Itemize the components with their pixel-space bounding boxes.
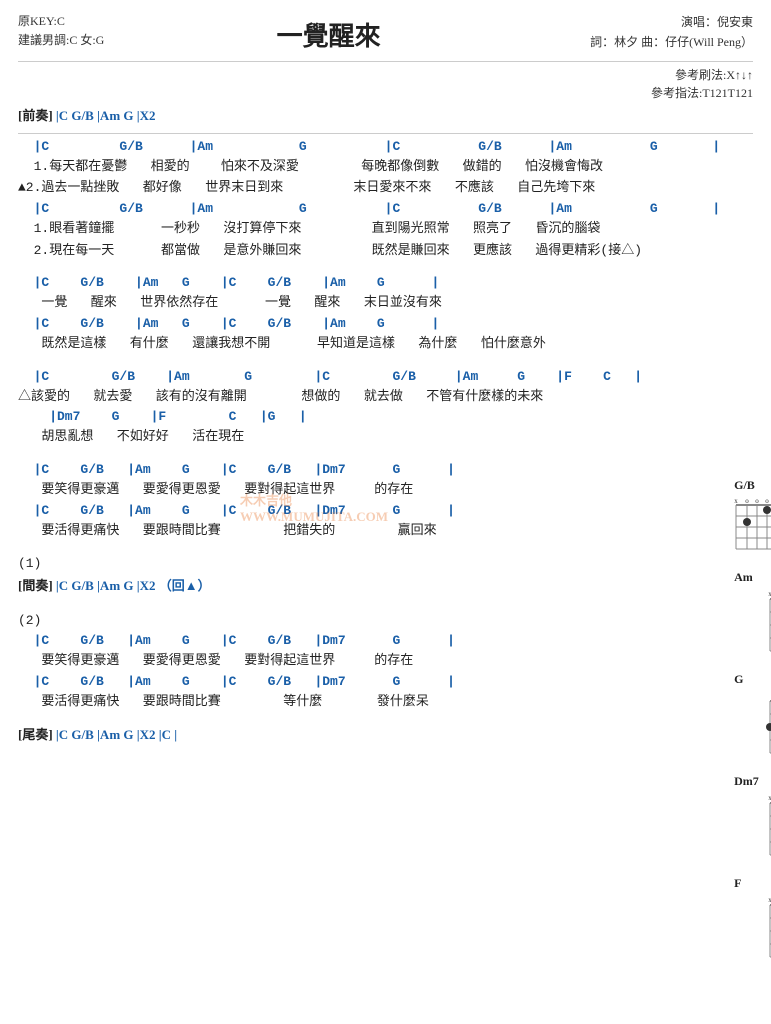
svg-text:x: x (734, 497, 738, 505)
svg-text:o: o (765, 497, 769, 505)
divider-1 (18, 61, 753, 62)
chord-g-label: G (730, 672, 771, 687)
bridge-chord1: |C G/B |Am G |C G/B |Am G |F C | (18, 368, 720, 386)
verse1-chord1: |C G/B |Am G |C G/B |Am G | (18, 138, 720, 156)
chord-g: G (730, 672, 771, 762)
main-content: |C G/B |Am G |C G/B |Am G | 1.每天都在憂鬱 相愛的… (18, 138, 753, 988)
verse1-chord2: |C G/B |Am G |C G/B |Am G | (18, 200, 720, 218)
original-key: 原KEY:C (18, 12, 104, 31)
strum-info: 參考刷法:X↑↓↑ 參考指法:T121T121 (18, 66, 753, 102)
strum1: 參考刷法:X↑↓↑ (18, 66, 753, 84)
chord-f: F x x (730, 876, 771, 976)
page: 原KEY:C 建議男調:C 女:G 一覺醒來 演唱：倪安東 詞：林夕 曲：仔仔(… (0, 0, 771, 1024)
verse1-lyric2: ▲2.過去一點挫敗 都好像 世界末日到來 末日愛來不來 不應該 自己先垮下來 (18, 178, 720, 198)
outro-line: [尾奏] |C G/B |Am G |X2 |C | (18, 725, 720, 746)
lyrics-section: |C G/B |Am G |C G/B |Am G | 1.每天都在憂鬱 相愛的… (18, 138, 720, 988)
section2-lyric2: 要活得更痛快 要跟時間比賽 等什麼 發什麼呆 (18, 692, 720, 712)
chorus-section: |C G/B |Am G |C G/B |Am G | 一覺 醒來 世界依然存在… (18, 274, 720, 353)
header: 原KEY:C 建議男調:C 女:G 一覺醒來 演唱：倪安東 詞：林夕 曲：仔仔(… (18, 12, 753, 53)
svg-text:o: o (745, 497, 749, 505)
chord-f-svg: x x (764, 893, 771, 971)
divider-2 (18, 133, 753, 134)
chord-gb: G/B x o o o (730, 478, 771, 558)
chord-f-label: F (730, 876, 771, 891)
verse1-section: |C G/B |Am G |C G/B |Am G | 1.每天都在憂鬱 相愛的… (18, 138, 720, 260)
section2-label: (2) (18, 611, 720, 631)
chord-dm7-svg: x x o (764, 791, 771, 859)
bridge-lyric2: 胡思亂想 不如好好 活在現在 (18, 427, 720, 447)
interlude-line: [間奏] |C G/B |Am G |X2 （回▲） (18, 576, 720, 597)
chord-gb-label: G/B (730, 478, 771, 493)
chord-g-svg (764, 689, 771, 757)
intro-line: [前奏] |C G/B |Am G |X2 (18, 106, 753, 127)
intro-label: [前奏] (18, 108, 53, 123)
chord-dm7-label: Dm7 (730, 774, 771, 789)
intro-section: [前奏] |C G/B |Am G |X2 (18, 106, 753, 127)
bridge-chord2: |Dm7 G |F C |G | (18, 408, 720, 426)
chorus-lyric2: 既然是這樣 有什麼 還讓我想不開 早知道是這樣 為什麼 怕什麼意外 (18, 334, 720, 354)
intro-chords: |C G/B |Am G |X2 (56, 108, 156, 123)
chord-am-svg: x o o (764, 587, 771, 655)
section2-lyric1: 要笑得更豪邁 要愛得更恩愛 要對得起這世界 的存在 (18, 651, 720, 671)
chorus-chord2: |C G/B |Am G |C G/B |Am G | (18, 315, 720, 333)
interlude-section: (1) [間奏] |C G/B |Am G |X2 （回▲） (18, 554, 720, 596)
performer-info: 演唱：倪安東 詞：林夕 曲：仔仔(Will Peng） (553, 12, 753, 53)
chord-gb-svg: x o o o (730, 495, 771, 553)
outro-section: [尾奏] |C G/B |Am G |X2 |C | (18, 725, 720, 746)
words-music: 詞：林夕 曲：仔仔(Will Peng） (553, 32, 753, 52)
outro-chords: |C G/B |Am G |X2 |C | (56, 727, 177, 742)
song-title: 一覺醒來 (104, 12, 553, 53)
interlude-header: [間奏] (18, 578, 53, 593)
chord-am: Am x o o (730, 570, 771, 660)
interlude-label: (1) (18, 554, 720, 574)
verse1-lyric1: 1.每天都在憂鬱 相愛的 怕來不及深愛 每晚都像倒數 做錯的 怕沒機會悔改 (18, 157, 720, 177)
chord-am-label: Am (730, 570, 771, 585)
second-chorus-section: |C G/B |Am G |C G/B |Dm7 G | 要笑得更豪邁 要愛得更… (18, 461, 720, 540)
svg-text:o: o (755, 497, 759, 505)
chord-diagrams: G/B x o o o (730, 138, 771, 988)
section2-chord1: |C G/B |Am G |C G/B |Dm7 G | (18, 632, 720, 650)
key-info: 原KEY:C 建議男調:C 女:G (18, 12, 104, 50)
bridge-lyric1: △該愛的 就去愛 該有的沒有離開 想做的 就去做 不管有什麼樣的未來 (18, 387, 720, 407)
gb-c-diagrams: G/B x o o o (730, 478, 771, 570)
section2: (2) |C G/B |Am G |C G/B |Dm7 G | 要笑得更豪邁 … (18, 611, 720, 712)
strum2: 參考指法:T121T121 (18, 84, 753, 102)
suggested-key: 建議男調:C 女:G (18, 31, 104, 50)
chorus-chord1: |C G/B |Am G |C G/B |Am G | (18, 274, 720, 292)
verse1-lyric4: 2.現在每一天 都當做 是意外賺回來 既然是賺回來 更應該 過得更精彩(接△) (18, 241, 720, 261)
interlude-chords: |C G/B |Am G |X2 （回▲） (56, 578, 211, 593)
2chorus-chord1: |C G/B |Am G |C G/B |Dm7 G | (18, 461, 720, 479)
outro-label: [尾奏] (18, 727, 53, 742)
performer: 演唱：倪安東 (553, 12, 753, 32)
verse1-lyric3: 1.眼看著鐘擺 一秒秒 沒打算停下來 直到陽光照常 照亮了 昏沉的腦袋 (18, 219, 720, 239)
2chorus-chord2: |C G/B |Am G |C G/B |Dm7 G | (18, 502, 720, 520)
2chorus-lyric2: 要活得更痛快 要跟時間比賽 把錯失的 贏回來 (18, 521, 720, 541)
chord-dm7: Dm7 x x o (730, 774, 771, 864)
2chorus-lyric1: 要笑得更豪邁 要愛得更恩愛 要對得起這世界 的存在 (18, 480, 720, 500)
bridge-section: |C G/B |Am G |C G/B |Am G |F C | △該愛的 就去… (18, 368, 720, 447)
section2-chord2: |C G/B |Am G |C G/B |Dm7 G | (18, 673, 720, 691)
chorus-lyric1: 一覺 醒來 世界依然存在 一覺 醒來 末日並沒有來 (18, 293, 720, 313)
